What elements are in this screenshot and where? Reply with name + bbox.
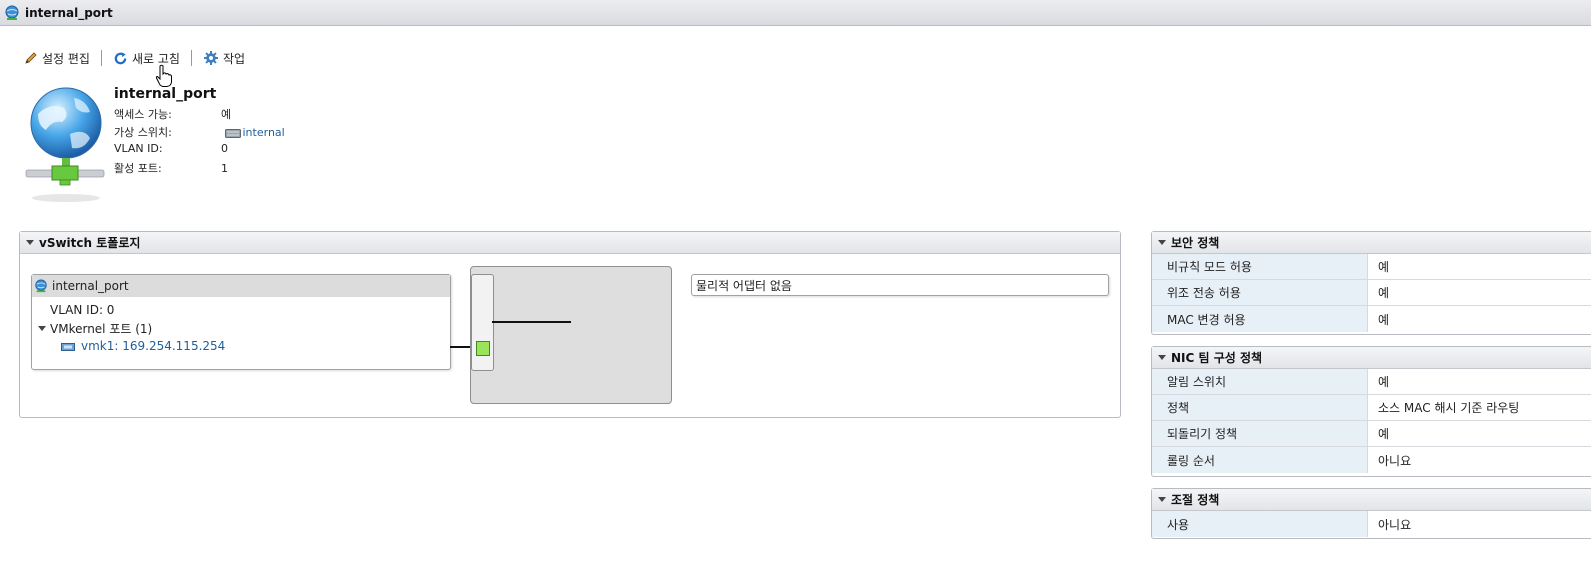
switch-uplink-line: [492, 321, 571, 323]
collapse-triangle-icon: [26, 240, 34, 245]
policy-row: 위조 전송 허용 예: [1152, 280, 1591, 306]
summary-key: 가상 스위치:: [114, 126, 172, 139]
toolbar-divider: [190, 50, 192, 66]
summary-key: VLAN ID:: [114, 142, 163, 155]
actions-button[interactable]: 작업: [203, 50, 245, 67]
nic-teaming-policy-panel: NIC 팀 구성 정책 알림 스위치 예 정책 소스 MAC 해시 기준 라우팅…: [1151, 346, 1591, 477]
policy-row: 비규칙 모드 허용 예: [1152, 254, 1591, 280]
edit-settings-button[interactable]: 설정 편집: [24, 50, 90, 67]
switch-port-bar: [471, 274, 494, 371]
summary-value: 예: [221, 108, 232, 121]
security-policy-panel: 보안 정책 비규칙 모드 허용 예 위조 전송 허용 예 MAC 변경 허용 예: [1151, 231, 1591, 335]
summary-row-accessible: 액세스 가능: 예: [114, 106, 231, 122]
policy-row: 사용 아니요: [1152, 511, 1591, 537]
summary-row-active-ports: 활성 포트: 1: [114, 160, 228, 176]
summary-key: 활성 포트:: [114, 162, 162, 175]
toolbar: 설정 편집 새로 고침 작업: [24, 48, 245, 68]
portgroup-globe-icon: [5, 5, 19, 20]
policy-key: 알림 스위치: [1152, 369, 1368, 394]
toolbar-divider: [100, 50, 102, 66]
gear-icon: [203, 51, 218, 65]
shaping-policy-header[interactable]: 조절 정책: [1152, 489, 1591, 511]
vswitch-link[interactable]: internal: [243, 126, 285, 139]
summary-value: 1: [221, 162, 228, 175]
vswitch-topology-header[interactable]: vSwitch 토폴로지: [20, 232, 1120, 254]
shaping-policy-panel: 조절 정책 사용 아니요: [1151, 488, 1591, 539]
portgroup-globe-icon: [25, 87, 105, 202]
active-port-icon: [476, 341, 490, 356]
policy-key: 위조 전송 허용: [1152, 280, 1368, 305]
summary-row-vlan: VLAN ID: 0: [114, 142, 228, 155]
refresh-icon: [114, 51, 127, 64]
vswitch-icon: [224, 128, 241, 138]
policy-key: MAC 변경 허용: [1152, 306, 1368, 332]
policy-key: 비규칙 모드 허용: [1152, 254, 1368, 279]
policy-value: 예: [1378, 260, 1390, 274]
policy-row: 정책 소스 MAC 해시 기준 라우팅: [1152, 395, 1591, 421]
policy-row: 알림 스위치 예: [1152, 369, 1591, 395]
vmkernel-ports-label: VMkernel 포트 (1): [50, 322, 153, 336]
connector-line: [450, 346, 472, 348]
portgroup-vlan: VLAN ID: 0: [50, 303, 115, 317]
portgroup-title: internal_port: [114, 86, 217, 102]
physical-adapters-box[interactable]: 물리적 어댑터 없음: [691, 274, 1109, 296]
collapse-triangle-icon: [1158, 497, 1166, 502]
portgroup-box-header: internal_port: [32, 275, 450, 297]
portgroup-box-title: internal_port: [52, 279, 129, 293]
policy-value: 아니요: [1378, 453, 1412, 468]
vmk-adapter-icon: [61, 342, 75, 351]
vswitch-topology-panel: vSwitch 토폴로지 internal_port VLAN ID: 0 VM…: [19, 231, 1121, 418]
policy-row: 되돌리기 정책 예: [1152, 421, 1591, 447]
vswitch-topology-title: vSwitch 토폴로지: [39, 236, 141, 250]
summary-key: 액세스 가능:: [114, 108, 172, 121]
policy-value: 소스 MAC 해시 기준 라우팅: [1378, 401, 1520, 415]
policy-key: 롤링 순서: [1152, 447, 1368, 473]
window-titlebar: internal_port: [0, 0, 1591, 26]
portgroup-box[interactable]: internal_port VLAN ID: 0 VMkernel 포트 (1)…: [31, 274, 451, 370]
actions-label: 작업: [222, 51, 246, 66]
window-title: internal_port: [25, 5, 113, 20]
virtual-switch-box: [470, 266, 672, 404]
vmk-adapter-item[interactable]: vmk1: 169.254.115.254: [61, 339, 225, 353]
policy-key: 되돌리기 정책: [1152, 421, 1368, 446]
portgroup-globe-icon: [35, 279, 47, 293]
vmkernel-ports-toggle[interactable]: VMkernel 포트 (1): [38, 320, 152, 337]
policy-row: 롤링 순서 아니요: [1152, 447, 1591, 473]
hand-cursor-icon: [155, 64, 172, 87]
physical-adapters-label: 물리적 어댑터 없음: [696, 278, 792, 293]
policy-value: 예: [1378, 286, 1390, 300]
summary-row-vswitch: 가상 스위치: internal: [114, 124, 285, 140]
policy-value: 예: [1378, 375, 1390, 389]
summary-value: 0: [221, 142, 228, 155]
collapse-triangle-icon: [1158, 240, 1166, 245]
security-policy-title: 보안 정책: [1171, 236, 1220, 250]
policy-key: 정책: [1152, 395, 1368, 420]
security-policy-header[interactable]: 보안 정책: [1152, 232, 1591, 254]
policy-value: 예: [1378, 427, 1390, 441]
shaping-policy-title: 조절 정책: [1171, 493, 1220, 507]
policy-row: MAC 변경 허용 예: [1152, 306, 1591, 332]
vmk-link[interactable]: vmk1: 169.254.115.254: [81, 339, 225, 353]
collapse-triangle-icon: [38, 326, 46, 331]
policy-key: 사용: [1152, 511, 1368, 537]
policy-value: 예: [1378, 312, 1390, 327]
collapse-triangle-icon: [1158, 355, 1166, 360]
nic-teaming-policy-header[interactable]: NIC 팀 구성 정책: [1152, 347, 1591, 369]
pencil-icon: [25, 52, 37, 64]
policy-value: 아니요: [1378, 517, 1412, 532]
nic-teaming-policy-title: NIC 팀 구성 정책: [1171, 351, 1263, 365]
edit-settings-label: 설정 편집: [42, 51, 90, 66]
